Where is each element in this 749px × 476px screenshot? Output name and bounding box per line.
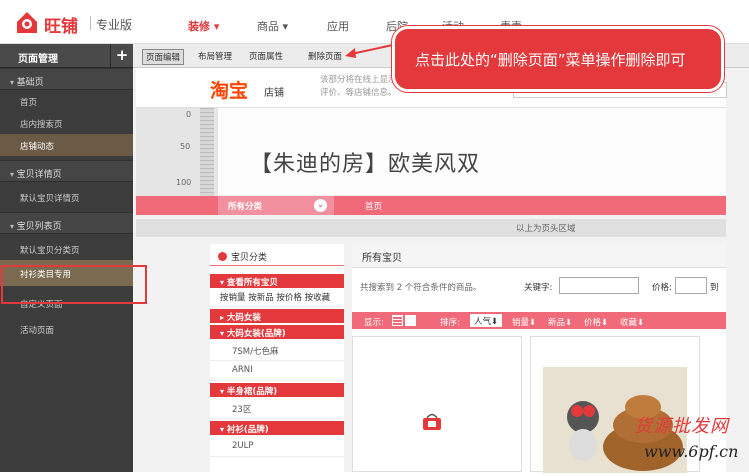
- category-shirt-brand[interactable]: 衬衫(品牌): [210, 421, 344, 435]
- wangpu-logo-icon: [17, 12, 37, 33]
- category-skirt-brand[interactable]: 半身裙(品牌): [210, 383, 344, 397]
- keyword-input[interactable]: [559, 277, 639, 294]
- taobao-logo: 淘宝: [210, 80, 249, 102]
- edition-label: 专业版: [96, 18, 133, 32]
- page-manager-sidebar: 页面管理 + 基础页 首页 店内搜索页 店铺动态 宝贝详情页 默认宝贝详情页 宝…: [0, 44, 133, 472]
- brand-name: 旺铺: [44, 17, 78, 37]
- product-card[interactable]: [352, 336, 522, 472]
- shop-nav-bar: 所有分类 ⌄ 首页: [136, 196, 726, 215]
- result-count: 共搜索到 2 个符合条件的商品。: [360, 283, 482, 293]
- category-item[interactable]: 23区: [210, 399, 344, 419]
- sort-bar: 显示: 排序: 人气⬇ 销量⬇ 新品⬇ 价格⬇ 收藏⬇: [352, 312, 726, 329]
- empty-basket-icon: [423, 413, 441, 430]
- category-column: 宝贝分类 查看所有宝贝 按销量 按新品 按价格 按收藏 大码女装 大码女装(品牌…: [210, 244, 344, 472]
- ruler-label: 100: [176, 178, 192, 187]
- sidebar-group-basic[interactable]: 基础页: [0, 68, 133, 90]
- sort-popularity[interactable]: 人气⬇: [470, 314, 503, 327]
- price-label: 价格:: [652, 283, 672, 293]
- highlight-box: [1, 265, 147, 304]
- sort-price[interactable]: 价格⬇: [584, 316, 608, 328]
- header-area-note: 以上为页头区域: [136, 219, 726, 237]
- callout-arrow-icon: [345, 44, 394, 58]
- sidebar-item-default-detail[interactable]: 默认宝贝详情页: [0, 186, 133, 208]
- sidebar-item-default-category[interactable]: 默认宝贝分类页: [0, 238, 133, 260]
- shop-banner[interactable]: 【朱迪的房】欧美风双: [218, 108, 726, 196]
- sidebar-item-home[interactable]: 首页: [0, 90, 133, 112]
- category-item[interactable]: 2ULP: [210, 437, 344, 457]
- watermark-line2: www.6pf.cn: [644, 442, 739, 461]
- ruler: 0 50 100: [136, 108, 218, 196]
- nav-decorate[interactable]: 装修 ▾: [188, 18, 219, 34]
- tab-page-props[interactable]: 页面属性: [246, 49, 286, 63]
- sidebar-item-shop-news[interactable]: 店铺动态: [0, 134, 133, 156]
- category-item[interactable]: ARNI: [210, 361, 344, 381]
- ruler-label: 0: [186, 110, 192, 119]
- instruction-callout: 点击此处的“删除页面”菜单操作删除即可: [392, 26, 724, 92]
- category-title: 宝贝分类: [210, 244, 344, 266]
- watermark-line1: 货源批发网: [634, 416, 729, 437]
- sidebar-item-search[interactable]: 店内搜索页: [0, 112, 133, 134]
- tab-layout[interactable]: 布局管理: [195, 49, 235, 63]
- sort-favorites[interactable]: 收藏⬇: [620, 316, 644, 328]
- sidebar-item-activity-page[interactable]: 活动页面: [0, 318, 133, 340]
- chevron-down-icon[interactable]: ⌄: [314, 199, 327, 212]
- tab-page-edit[interactable]: 页面编辑: [142, 49, 185, 65]
- sidebar-group-list[interactable]: 宝贝列表页: [0, 212, 133, 234]
- price-to-label: 到: [710, 283, 719, 293]
- all-products-title: 所有宝贝: [352, 244, 726, 268]
- list-view-icon[interactable]: [392, 315, 403, 326]
- category-sort-links[interactable]: 按销量 按新品 按价格 按收藏: [210, 290, 344, 307]
- nav-all-label: 所有分类: [228, 202, 263, 212]
- category-plus-size-brand[interactable]: 大码女装(品牌): [210, 325, 344, 339]
- nav-products[interactable]: 商品 ▾: [257, 18, 288, 34]
- shop-desc: 该部分将在线上显示评价、等店铺信息。: [320, 75, 397, 98]
- sidebar-title: 页面管理: [18, 54, 58, 65]
- sort-label: 排序:: [440, 318, 460, 328]
- banner-title: 【朱迪的房】欧美风双: [250, 152, 481, 177]
- watermark-logo: 货源批发网 www.6pf.cn: [624, 410, 749, 472]
- category-plus-size[interactable]: 大码女装: [210, 309, 344, 323]
- sort-sales[interactable]: 销量⬇: [512, 316, 536, 328]
- display-label: 显示:: [364, 318, 384, 328]
- tab-delete-page[interactable]: 删除页面: [305, 49, 345, 63]
- sidebar-header: 页面管理 +: [0, 44, 133, 68]
- sidebar-group-detail[interactable]: 宝贝详情页: [0, 160, 133, 182]
- add-page-button[interactable]: +: [110, 44, 133, 68]
- price-min-input[interactable]: [675, 277, 707, 294]
- sort-new[interactable]: 新品⬇: [548, 316, 572, 328]
- taobao-logo-sub: 店铺: [264, 88, 284, 99]
- category-item[interactable]: 7SM/七色麻: [210, 341, 344, 361]
- grid-view-icon[interactable]: [405, 315, 416, 326]
- nav-home-link[interactable]: 首页: [365, 200, 382, 212]
- product-search-row: 共搜索到 2 个符合条件的商品。 关键字: 价格: 到: [352, 268, 726, 300]
- ruler-label: 50: [180, 142, 191, 151]
- ruler-scale: [200, 108, 214, 196]
- brand-divider: [90, 16, 91, 30]
- keyword-label: 关键字:: [524, 283, 553, 293]
- nav-all-categories[interactable]: 所有分类 ⌄: [218, 196, 334, 215]
- category-all[interactable]: 查看所有宝贝: [210, 274, 344, 288]
